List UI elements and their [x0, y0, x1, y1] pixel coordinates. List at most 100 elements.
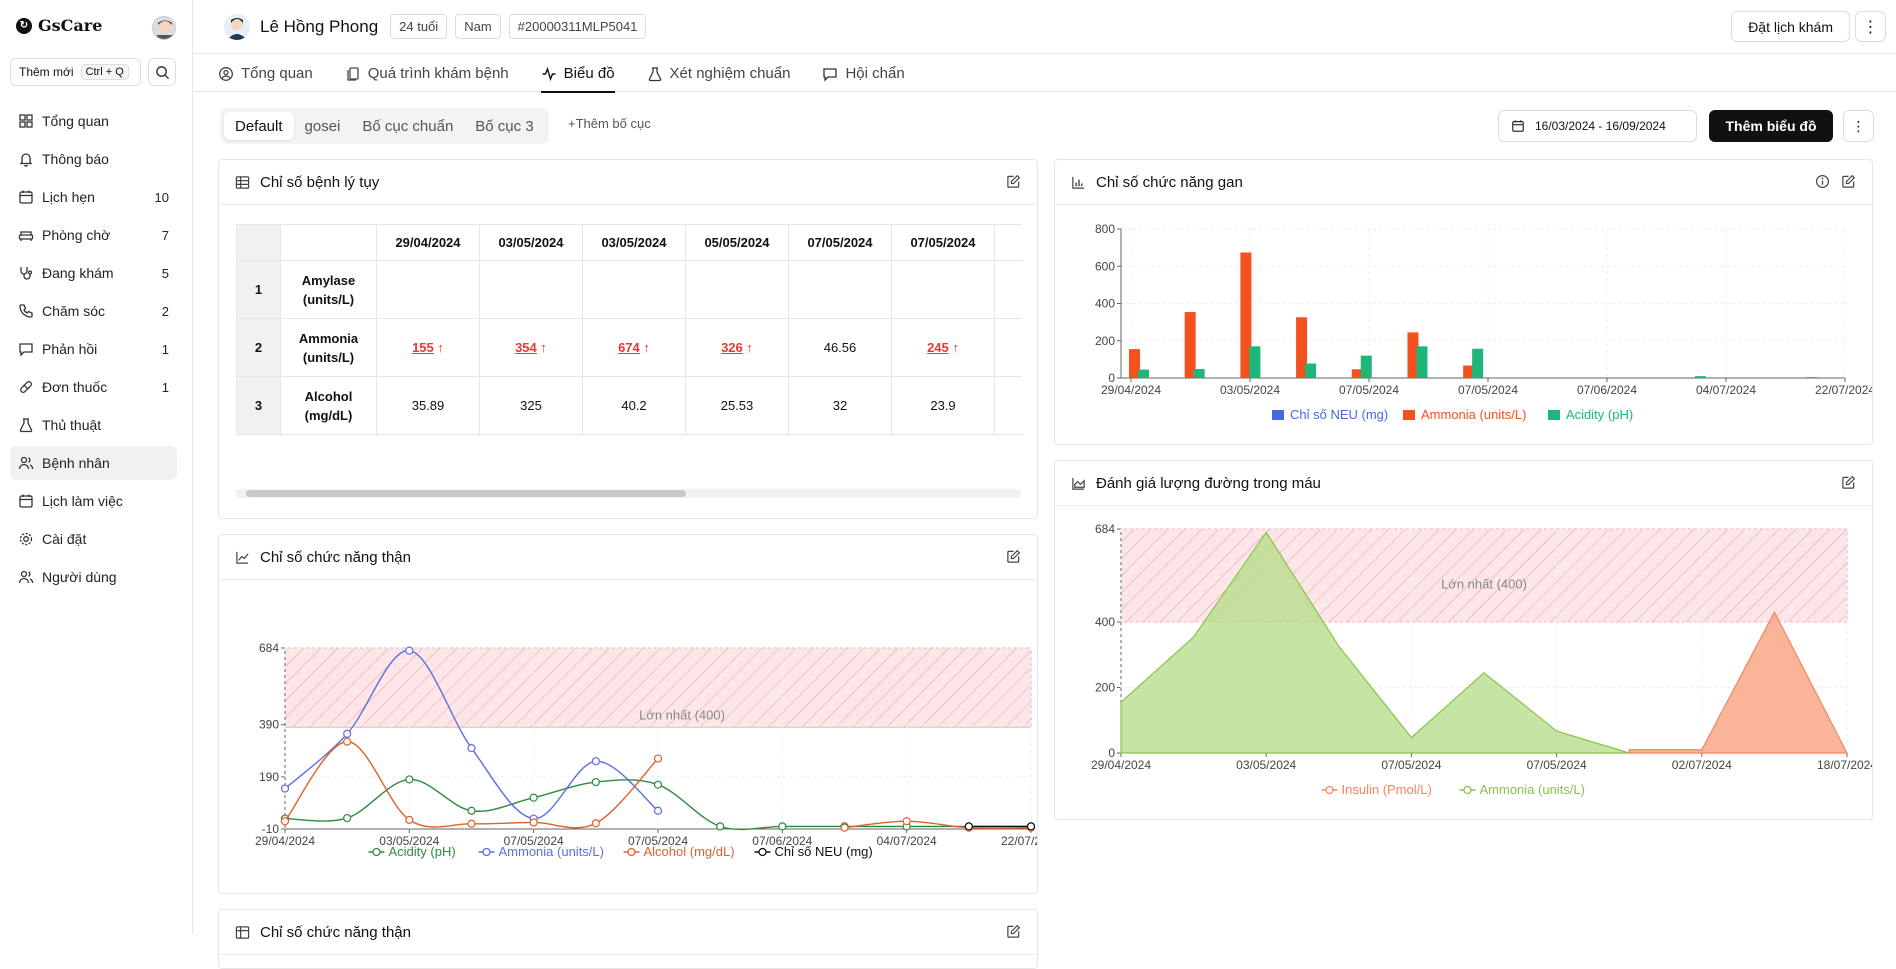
tab[interactable]: Tổng quan [218, 55, 313, 92]
layout-tab[interactable]: Default [224, 112, 294, 140]
calendar-icon [19, 494, 33, 508]
sidebar-item[interactable]: Người dùng [10, 560, 177, 594]
sidebar-item-label: Tổng quan [42, 113, 109, 129]
flask-icon [648, 66, 661, 81]
layout-tab[interactable]: gosei [294, 112, 352, 140]
x-tick-label: 22/07/2024 [1815, 383, 1873, 397]
nav-icon-wrap [18, 151, 34, 167]
data-point [529, 793, 538, 802]
edit-icon[interactable] [1006, 549, 1021, 564]
charts-more-button[interactable]: ⋮ [1843, 110, 1874, 142]
bar [1806, 377, 1818, 378]
sidebar-item[interactable]: Lịch làm việc [10, 484, 177, 518]
blood-card: Đánh giá lượng đường trong máu Lớn nhất … [1054, 460, 1873, 820]
bar-chart-icon [1072, 176, 1085, 189]
high-value[interactable]: 354 [515, 340, 537, 355]
tab[interactable]: Quá trình khám bệnh [345, 55, 509, 92]
tab[interactable]: Xét nghiệm chuẩn [647, 55, 791, 92]
more-options-button[interactable]: ⋮ [1855, 11, 1886, 42]
sidebar-item[interactable]: Lịch hẹn 10 [10, 180, 177, 214]
app-name: GsCare [38, 16, 103, 35]
layout-tab[interactable]: Bố cục chuẩn [351, 112, 464, 140]
card-header: Đánh giá lượng đường trong máu [1055, 461, 1872, 506]
nav-icon-wrap [18, 569, 34, 585]
threshold-label: Lớn nhất (400) [1441, 577, 1527, 592]
add-chart-button[interactable]: Thêm biểu đồ [1709, 110, 1833, 142]
search-icon [155, 65, 169, 79]
table-cell: 245 ↑ [891, 318, 995, 377]
table-cell [582, 260, 686, 319]
add-new-label: Thêm mới [19, 65, 74, 79]
search-button[interactable] [148, 58, 176, 86]
bar [1305, 363, 1317, 378]
y-tick-label: 684 [1095, 522, 1115, 536]
x-tick-label: 29/04/2024 [1091, 758, 1151, 772]
y-tick-label: 200 [1095, 681, 1115, 695]
edit-icon[interactable] [1841, 174, 1856, 189]
sidebar-item[interactable]: Bệnh nhân [10, 446, 177, 480]
nav-icon-wrap [18, 493, 34, 509]
series-line [284, 740, 659, 829]
patient-age: 24 tuổi [390, 14, 448, 39]
tab[interactable]: Hội chẩn [822, 55, 905, 92]
legend-label: Acidity (pH) [389, 844, 456, 859]
table-icon [235, 925, 250, 939]
data-point [778, 822, 787, 831]
sidebar-item[interactable]: Thủ thuật [10, 408, 177, 442]
bell-icon [19, 153, 33, 167]
table-header-empty [280, 224, 377, 261]
table-cell [479, 260, 583, 319]
table-cell [994, 318, 1022, 377]
sidebar-item[interactable]: Đơn thuốc 1 [10, 370, 177, 404]
layout-tab[interactable]: Bố cục 3 [464, 112, 544, 140]
bar [1193, 369, 1205, 378]
sidebar-item[interactable]: Phòng chờ 7 [10, 218, 177, 252]
sidebar-item-label: Cài đặt [42, 531, 87, 547]
plus-icon: + [568, 116, 576, 131]
data-point [405, 646, 414, 655]
table-cell: 23.9 [891, 376, 995, 435]
legend-marker [372, 847, 381, 857]
data-point [280, 817, 290, 826]
legend-label: Chỉ số NEU (mg) [775, 844, 873, 859]
legend-marker [1325, 785, 1334, 795]
edit-icon[interactable] [1006, 924, 1021, 939]
tab-label: Xét nghiệm chuẩn [669, 65, 791, 82]
table-column-header: 07/05/2024 [788, 224, 892, 261]
scrollbar-thumb[interactable] [246, 490, 686, 497]
data-point [653, 780, 663, 789]
date-range-picker[interactable]: 16/03/2024 - 16/09/2024 [1498, 110, 1697, 142]
legend-label: Ammonia (units/L) [1480, 782, 1585, 797]
table-row: 3 Alcohol (mg/dL) 35.89 325 40.2 25.53 32 23.9 [236, 376, 1022, 435]
legend: Chỉ số NEU (mg) Ammonia (units/L) Acidity … [1272, 407, 1633, 422]
book-appointment-button[interactable]: Đặt lịch khám [1731, 11, 1850, 42]
grid-icon [19, 114, 33, 128]
sidebar-item[interactable]: Thông báo [10, 142, 177, 176]
data-point [964, 822, 973, 831]
app-logo[interactable]: ↻ GsCare [16, 16, 102, 35]
series-line [844, 820, 1032, 829]
calendar-icon [1512, 120, 1524, 132]
sidebar-item[interactable]: Tổng quan [10, 104, 177, 138]
add-new-button[interactable]: Thêm mới Ctrl + Q [10, 58, 141, 86]
high-value[interactable]: 245 [927, 340, 949, 355]
horizontal-scrollbar[interactable] [236, 489, 1021, 498]
tab[interactable]: Biểu đồ [540, 55, 615, 93]
edit-icon[interactable] [1841, 475, 1856, 490]
sidebar-item[interactable]: Chăm sóc 2 [10, 294, 177, 328]
high-value[interactable]: 155 [412, 340, 434, 355]
logo-icon: ↻ [16, 17, 32, 34]
sidebar-item[interactable]: Phản hồi 1 [10, 332, 177, 366]
high-value[interactable]: 326 [721, 340, 743, 355]
high-value[interactable]: 674 [618, 340, 640, 355]
info-icon[interactable] [1815, 174, 1830, 189]
sidebar-item[interactable]: Đang khám 5 [10, 256, 177, 290]
kidney-card-2: Chỉ số chức năng thận [218, 909, 1038, 969]
user-avatar[interactable] [152, 16, 176, 40]
blood-area-chart: Lớn nhất (400)684400200029/04/2024 03/05/… [1091, 522, 1872, 797]
table-cell: 32 [788, 376, 892, 435]
add-layout-button[interactable]: +Thêm bố cục [568, 116, 651, 131]
sidebar-item[interactable]: Cài đặt [10, 522, 177, 556]
row-name: Ammonia (units/L) [280, 318, 377, 377]
table-cell [891, 260, 995, 319]
